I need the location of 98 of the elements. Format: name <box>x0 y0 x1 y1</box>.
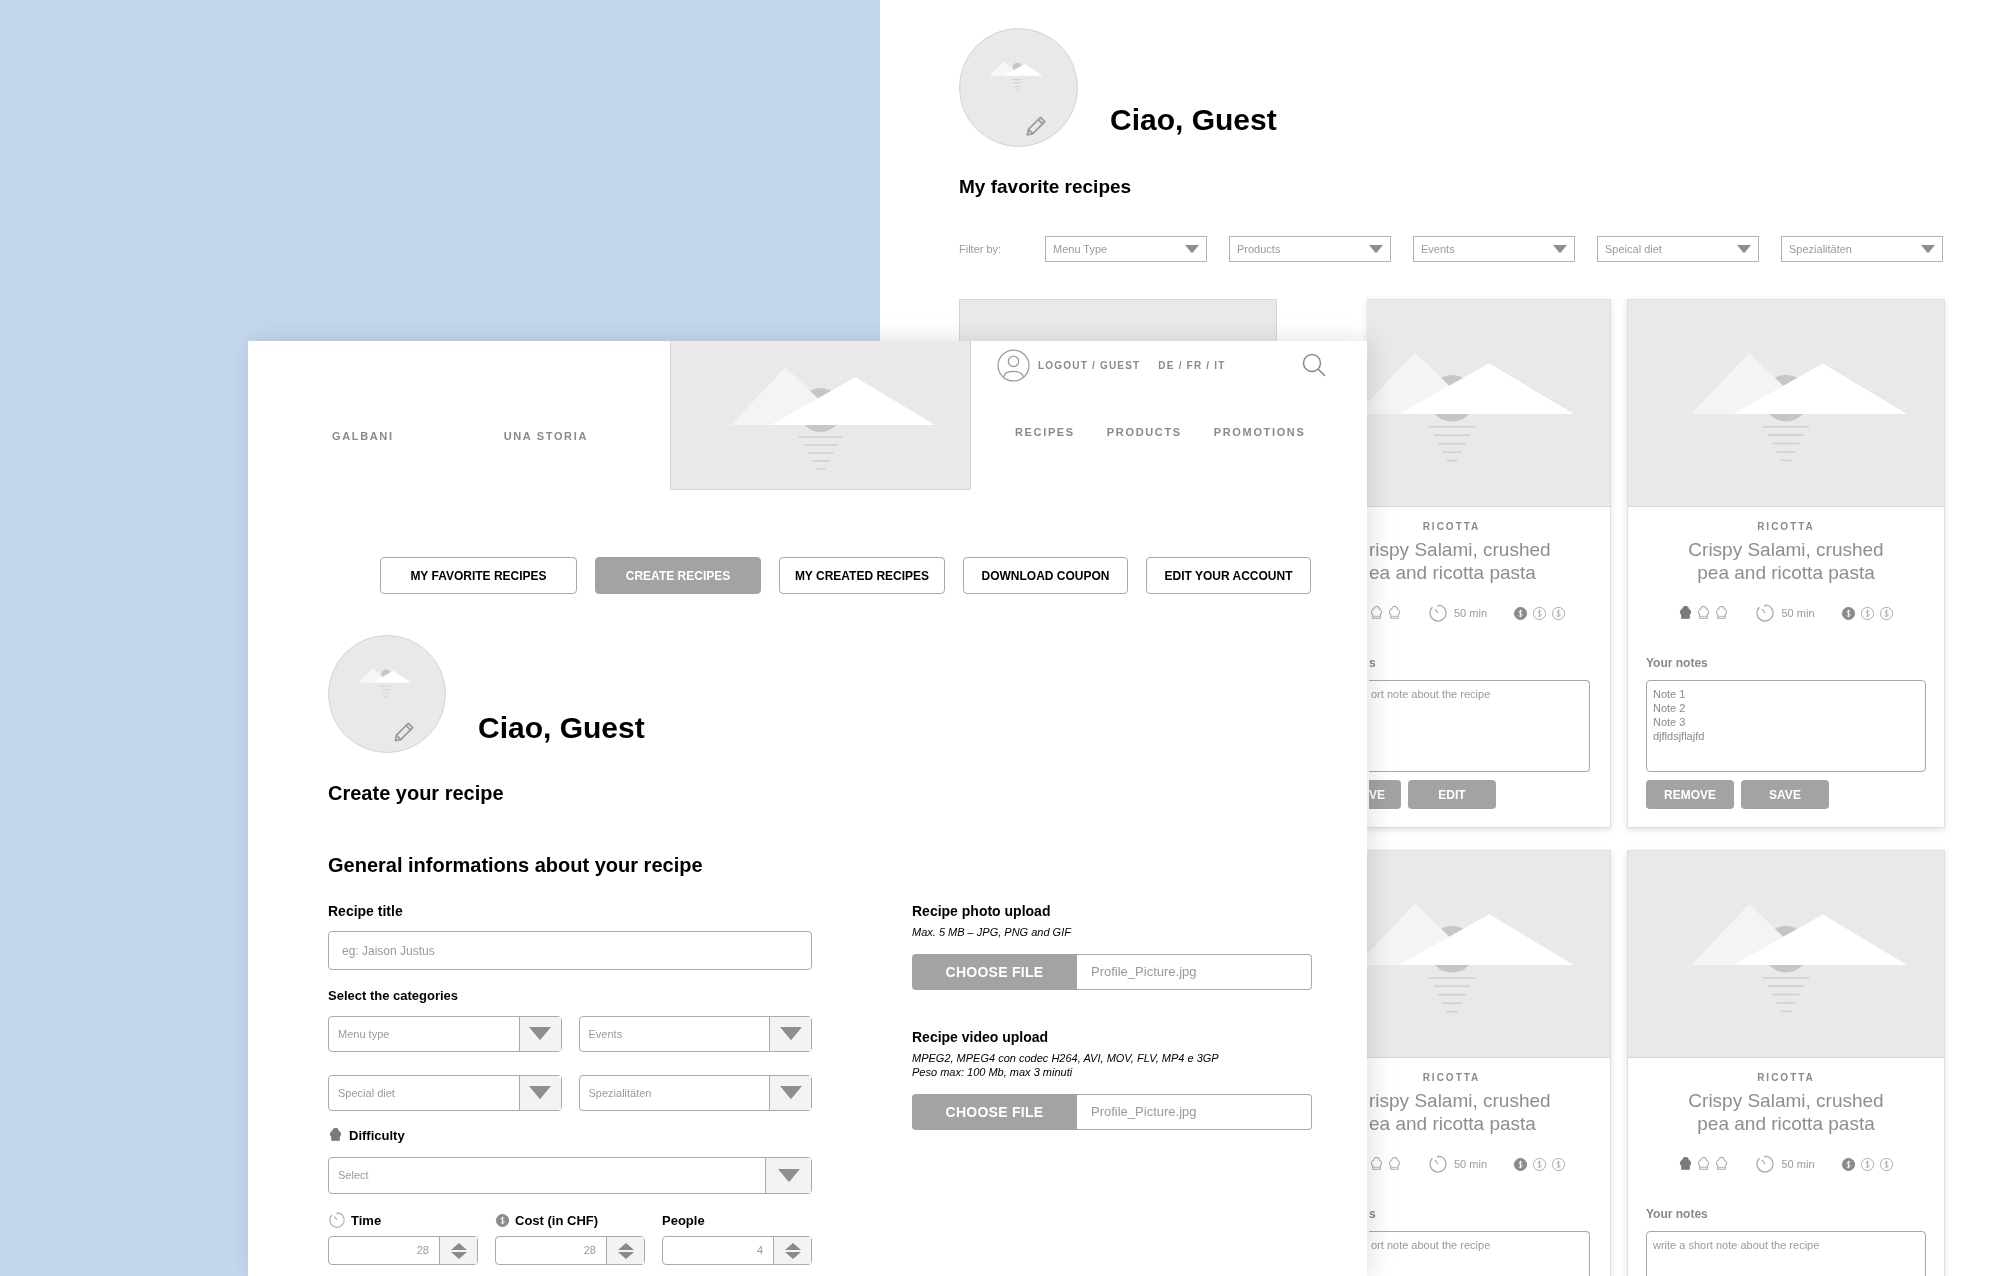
nav-link[interactable]: PROMOTIONS <box>1213 424 1306 441</box>
cooking-time: 50 min <box>1454 605 1488 621</box>
filter-dropdown[interactable]: Events <box>1413 236 1575 262</box>
filter-label: Filter by: <box>959 241 1003 257</box>
greeting: Ciao, Guest <box>478 713 645 743</box>
tab[interactable]: MY FAVORITE RECIPES <box>380 557 577 594</box>
page-heading: Create your recipe <box>328 783 505 803</box>
cooking-time: 50 min <box>1781 1156 1815 1172</box>
caret-icon <box>1369 244 1383 254</box>
field-label: People <box>662 1213 705 1227</box>
number-field[interactable]: 28 <box>328 1236 478 1265</box>
category-label: RICOTTA <box>1757 1071 1815 1085</box>
filled-coin-icon <box>495 1212 510 1228</box>
logout-link[interactable]: LOGOUT / GUEST <box>1038 357 1141 373</box>
upload-hint: Max. 5 MB – JPG, PNG and GIF <box>912 925 1073 939</box>
card-button[interactable]: REMOVE <box>1646 780 1734 809</box>
category-label: RICOTTA <box>1422 520 1481 534</box>
file-name-field[interactable]: Profile_Picture.jpg <box>1077 1094 1312 1130</box>
number-field[interactable]: 4 <box>662 1236 812 1265</box>
caret-icon <box>777 1168 800 1183</box>
caret-icon <box>779 1086 802 1100</box>
select-field[interactable]: Special diet <box>328 1075 562 1111</box>
caret-icon <box>1553 244 1567 254</box>
recipe-title: rispy Salami, crushed ea and ricotta pasta <box>1369 1089 1551 1135</box>
clock-icon <box>1428 1154 1448 1174</box>
upload-hint: Peso max: 100 Mb, max 3 minuti <box>912 1065 1074 1079</box>
nav-link[interactable]: PRODUCTS <box>1106 424 1182 441</box>
recipe-title: Crispy Salami, crushed pea and ricotta pasta <box>1688 538 1884 584</box>
clock-icon <box>1755 1154 1776 1174</box>
card-button[interactable]: EDIT <box>1408 780 1496 809</box>
recipe-card[interactable]: RICOTTA Crispy Salami, crushed pea and ricotta pasta 50 min Your notes Note 1 Note 2 Note 3 djfldsjflajfd REMOVE SAVE <box>1627 299 1945 828</box>
select-field[interactable]: Menu type <box>328 1016 562 1052</box>
search-button[interactable] <box>1301 352 1327 378</box>
spinner-arrows-icon <box>616 1241 635 1260</box>
user-icon <box>997 348 1030 382</box>
file-name-field[interactable]: Profile_Picture.jpg <box>1077 954 1312 990</box>
text-field[interactable]: eg: Jaison Justus <box>328 931 812 970</box>
notes-label: Your notes <box>1646 1206 1709 1223</box>
tab[interactable]: EDIT YOUR ACCOUNT <box>1146 557 1311 594</box>
recipe-title: Crispy Salami, crushed pea and ricotta pasta <box>1688 1089 1884 1135</box>
tab[interactable]: MY CREATED RECIPES <box>779 557 945 594</box>
cooking-time: 50 min <box>1781 605 1815 621</box>
choose-file-button[interactable]: CHOOSE FILE <box>912 1094 1077 1130</box>
field-label: Time <box>351 1213 382 1227</box>
caret-icon <box>529 1027 551 1041</box>
spinner-arrows-icon <box>449 1241 468 1260</box>
recipe-card[interactable]: RICOTTA rispy Salami, crushed ea and ricotta pasta 50 min s ort note about the recipe <box>1367 850 1611 1276</box>
cooking-time: 50 min <box>1454 1156 1488 1172</box>
clock-icon <box>1755 603 1776 623</box>
category-label: RICOTTA <box>1757 520 1815 534</box>
notes-field[interactable]: ort note about the recipe <box>1369 1231 1590 1276</box>
filter-dropdown[interactable]: Menu Type <box>1045 236 1207 262</box>
caret-icon <box>1185 244 1199 254</box>
spinner-arrows-icon <box>783 1241 802 1260</box>
recipe-card[interactable]: RICOTTA Crispy Salami, crushed pea and ricotta pasta 50 min Your notes write a short note about the recipe <box>1627 850 1945 1276</box>
upload-hint: MPEG2, MPEG4 con codec H264, AVI, MOV, FLV, MP4 e 3GP <box>912 1051 1220 1065</box>
select-field[interactable]: Spezialitäten <box>578 1075 812 1111</box>
choose-file-button[interactable]: CHOOSE FILE <box>912 954 1077 990</box>
caret-icon <box>529 1086 551 1100</box>
field-label: Recipe video upload <box>912 1030 1050 1044</box>
card-button[interactable]: VE <box>1369 780 1401 809</box>
section-heading: My favorite recipes <box>959 177 1133 196</box>
card-button[interactable]: SAVE <box>1741 780 1829 809</box>
tab[interactable]: DOWNLOAD COUPON <box>963 557 1128 594</box>
caret-icon <box>779 1027 802 1041</box>
category-label: RICOTTA <box>1422 1071 1481 1085</box>
field-label: Difficulty <box>349 1129 405 1142</box>
nav-link[interactable]: RECIPES <box>1015 424 1075 441</box>
notes-label: s <box>1369 1206 1377 1223</box>
filter-dropdown[interactable]: Spezialitäten <box>1781 236 1943 262</box>
notes-label: Your notes <box>1646 655 1709 672</box>
nav-link[interactable]: GALBANI <box>332 428 394 445</box>
field-label: Cost (in CHF) <box>515 1213 599 1227</box>
recipe-card[interactable]: RICOTTA rispy Salami, crushed ea and ricotta pasta 50 min s ort note about the recipe VE EDIT <box>1367 299 1611 828</box>
language-switcher[interactable]: DE / FR / IT <box>1158 357 1226 373</box>
caret-icon <box>1737 244 1751 254</box>
filled-chef-hat-icon <box>328 1128 343 1143</box>
select-field[interactable]: Events <box>578 1016 812 1052</box>
notes-field[interactable]: write a short note about the recipe <box>1646 1231 1926 1276</box>
notes-field[interactable]: ort note about the recipe <box>1369 680 1590 772</box>
clock-icon <box>1428 603 1448 623</box>
field-label: Recipe title <box>328 904 404 918</box>
filter-dropdown[interactable]: Products <box>1229 236 1391 262</box>
field-label: Select the categories <box>328 989 460 1002</box>
select-field[interactable]: Select <box>328 1157 812 1194</box>
clock-icon <box>328 1211 346 1229</box>
caret-icon <box>1921 244 1935 254</box>
tab[interactable]: CREATE RECIPES <box>595 557 761 594</box>
search-icon <box>1301 352 1327 378</box>
field-label: Recipe photo upload <box>912 904 1052 918</box>
nav-link[interactable]: UNA STORIA <box>503 428 588 445</box>
notes-label: s <box>1369 655 1377 672</box>
section-heading: General informations about your recipe <box>328 855 704 875</box>
greeting: Ciao, Guest <box>1110 105 1277 135</box>
recipe-title: rispy Salami, crushed ea and ricotta pasta <box>1369 538 1551 584</box>
number-field[interactable]: 28 <box>495 1236 645 1265</box>
filter-dropdown[interactable]: Speical diet <box>1597 236 1759 262</box>
notes-field[interactable]: Note 1 Note 2 Note 3 djfldsjflajfd <box>1646 680 1926 772</box>
